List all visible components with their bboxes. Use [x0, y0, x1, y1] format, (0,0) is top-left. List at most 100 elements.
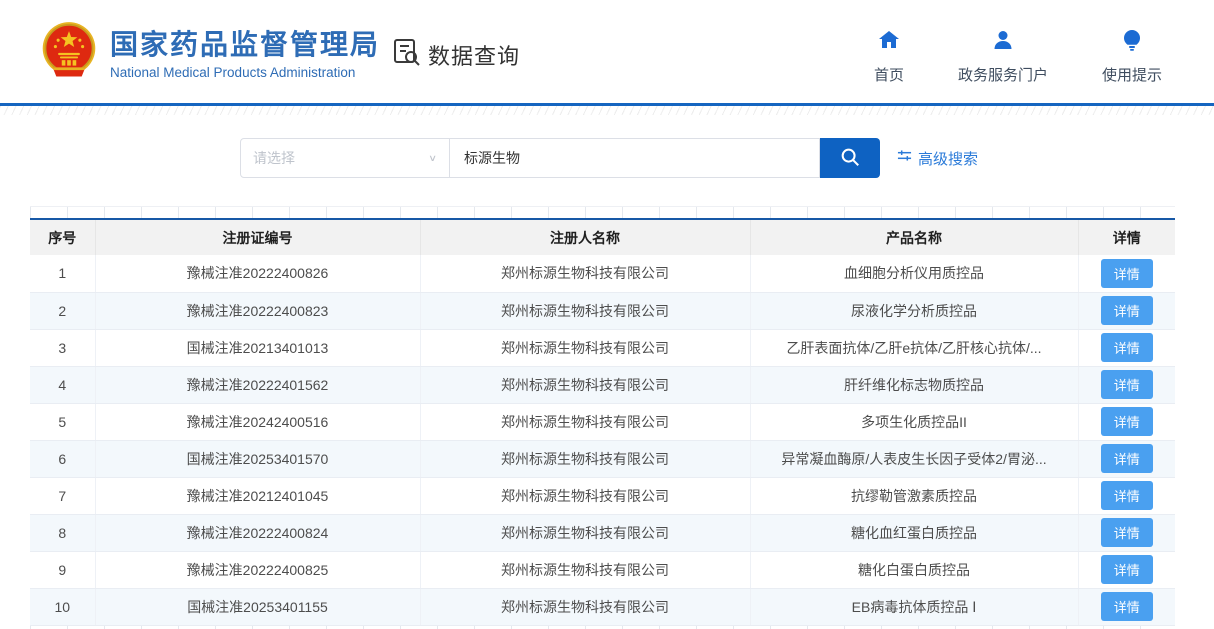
cell-reg-no: 豫械注准20222401562 — [95, 366, 420, 403]
cell-registrant: 郑州标源生物科技有限公司 — [420, 588, 750, 625]
col-header-index: 序号 — [30, 219, 95, 255]
filter-sliders-icon — [897, 148, 912, 168]
search-input[interactable] — [450, 138, 820, 178]
cell-reg-no: 豫械注准20222400825 — [95, 551, 420, 588]
cell-action: 详情 — [1078, 403, 1175, 440]
cell-product: 乙肝表面抗体/乙肝e抗体/乙肝核心抗体/... — [750, 329, 1078, 366]
cell-registrant: 郑州标源生物科技有限公司 — [420, 366, 750, 403]
results-table: 序号 注册证编号 注册人名称 产品名称 详情 1 豫械注准20222400826… — [30, 218, 1175, 626]
detail-button[interactable]: 详情 — [1101, 518, 1153, 547]
detail-button[interactable]: 详情 — [1101, 555, 1153, 584]
detail-button[interactable]: 详情 — [1101, 481, 1153, 510]
home-icon — [877, 28, 901, 57]
cell-action: 详情 — [1078, 551, 1175, 588]
detail-button[interactable]: 详情 — [1101, 259, 1153, 288]
detail-button[interactable]: 详情 — [1101, 296, 1153, 325]
cell-index: 3 — [30, 329, 95, 366]
module-title: 数据查询 — [428, 39, 520, 71]
module-title-group: 数据查询 — [392, 37, 520, 72]
table-row: 10 国械注准20253401155 郑州标源生物科技有限公司 EB病毒抗体质控… — [30, 588, 1175, 625]
cell-registrant: 郑州标源生物科技有限公司 — [420, 403, 750, 440]
cell-reg-no: 豫械注准20222400826 — [95, 255, 420, 292]
cell-index: 6 — [30, 440, 95, 477]
nmpa-emblem-logo — [40, 20, 98, 89]
table-header-row: 序号 注册证编号 注册人名称 产品名称 详情 — [30, 219, 1175, 255]
cell-index: 1 — [30, 255, 95, 292]
cell-product: EB病毒抗体质控品 Ⅰ — [750, 588, 1078, 625]
table-row: 7 豫械注准20212401045 郑州标源生物科技有限公司 抗缪勒管激素质控品… — [30, 477, 1175, 514]
cell-reg-no: 国械注准20253401155 — [95, 588, 420, 625]
cell-reg-no: 豫械注准20222400823 — [95, 292, 420, 329]
cell-product: 糖化血红蛋白质控品 — [750, 514, 1078, 551]
table-row: 3 国械注准20213401013 郑州标源生物科技有限公司 乙肝表面抗体/乙肝… — [30, 329, 1175, 366]
nav-home[interactable]: 首页 — [874, 28, 904, 85]
cell-product: 异常凝血酶原/人表皮生长因子受体2/胃泌... — [750, 440, 1078, 477]
cell-registrant: 郑州标源生物科技有限公司 — [420, 477, 750, 514]
cell-reg-no: 国械注准20253401570 — [95, 440, 420, 477]
category-select[interactable]: 请选择 ∨ — [240, 138, 450, 178]
cell-reg-no: 豫械注准20242400516 — [95, 403, 420, 440]
user-icon — [991, 28, 1015, 57]
table-row: 4 豫械注准20222401562 郑州标源生物科技有限公司 肝纤维化标志物质控… — [30, 366, 1175, 403]
cell-reg-no: 国械注准20213401013 — [95, 329, 420, 366]
cell-reg-no: 豫械注准20222400824 — [95, 514, 420, 551]
data-query-icon — [392, 37, 422, 72]
cell-index: 9 — [30, 551, 95, 588]
cell-registrant: 郑州标源生物科技有限公司 — [420, 292, 750, 329]
cell-registrant: 郑州标源生物科技有限公司 — [420, 329, 750, 366]
cell-index: 5 — [30, 403, 95, 440]
cell-action: 详情 — [1078, 588, 1175, 625]
cell-action: 详情 — [1078, 366, 1175, 403]
col-header-product: 产品名称 — [750, 219, 1078, 255]
grid-tick-strip-top — [30, 206, 1175, 218]
table-row: 6 国械注准20253401570 郑州标源生物科技有限公司 异常凝血酶原/人表… — [30, 440, 1175, 477]
detail-button[interactable]: 详情 — [1101, 370, 1153, 399]
nav-usage-tips-label: 使用提示 — [1102, 64, 1162, 85]
cell-index: 2 — [30, 292, 95, 329]
cell-action: 详情 — [1078, 329, 1175, 366]
cell-action: 详情 — [1078, 440, 1175, 477]
advanced-search-link[interactable]: 高级搜索 — [897, 148, 978, 169]
table-row: 2 豫械注准20222400823 郑州标源生物科技有限公司 尿液化学分析质控品… — [30, 292, 1175, 329]
site-subtitle: National Medical Products Administration — [110, 65, 380, 80]
advanced-search-label: 高级搜索 — [918, 148, 978, 169]
bulb-icon — [1120, 28, 1144, 57]
cell-action: 详情 — [1078, 514, 1175, 551]
detail-button[interactable]: 详情 — [1101, 592, 1153, 621]
nav-home-label: 首页 — [874, 64, 904, 85]
cell-index: 7 — [30, 477, 95, 514]
table-row: 5 豫械注准20242400516 郑州标源生物科技有限公司 多项生化质控品II… — [30, 403, 1175, 440]
brand: 国家药品监督管理局 National Medical Products Admi… — [40, 20, 380, 89]
table-row: 9 豫械注准20222400825 郑州标源生物科技有限公司 糖化白蛋白质控品 … — [30, 551, 1175, 588]
cell-product: 多项生化质控品II — [750, 403, 1078, 440]
chevron-down-icon: ∨ — [428, 153, 437, 164]
cell-index: 8 — [30, 514, 95, 551]
search-icon — [839, 146, 861, 171]
site-header: 国家药品监督管理局 National Medical Products Admi… — [0, 0, 1214, 103]
col-header-registrant: 注册人名称 — [420, 219, 750, 255]
cell-registrant: 郑州标源生物科技有限公司 — [420, 514, 750, 551]
table-row: 8 豫械注准20222400824 郑州标源生物科技有限公司 糖化血红蛋白质控品… — [30, 514, 1175, 551]
col-header-detail: 详情 — [1078, 219, 1175, 255]
cell-registrant: 郑州标源生物科技有限公司 — [420, 440, 750, 477]
cell-action: 详情 — [1078, 477, 1175, 514]
cell-registrant: 郑州标源生物科技有限公司 — [420, 551, 750, 588]
nav-gov-portal[interactable]: 政务服务门户 — [958, 28, 1048, 85]
cell-registrant: 郑州标源生物科技有限公司 — [420, 255, 750, 292]
category-select-placeholder: 请选择 — [253, 148, 295, 168]
detail-button[interactable]: 详情 — [1101, 444, 1153, 473]
cell-reg-no: 豫械注准20212401045 — [95, 477, 420, 514]
cell-action: 详情 — [1078, 292, 1175, 329]
detail-button[interactable]: 详情 — [1101, 333, 1153, 362]
col-header-reg-no: 注册证编号 — [95, 219, 420, 255]
search-bar: 请选择 ∨ 高级搜索 — [240, 138, 1214, 178]
cell-product: 肝纤维化标志物质控品 — [750, 366, 1078, 403]
cell-product: 抗缪勒管激素质控品 — [750, 477, 1078, 514]
detail-button[interactable]: 详情 — [1101, 407, 1153, 436]
stripe-band — [0, 106, 1214, 115]
search-button[interactable] — [820, 138, 880, 178]
cell-action: 详情 — [1078, 255, 1175, 292]
cell-index: 4 — [30, 366, 95, 403]
nav-usage-tips[interactable]: 使用提示 — [1102, 28, 1162, 85]
site-title: 国家药品监督管理局 — [110, 29, 380, 61]
